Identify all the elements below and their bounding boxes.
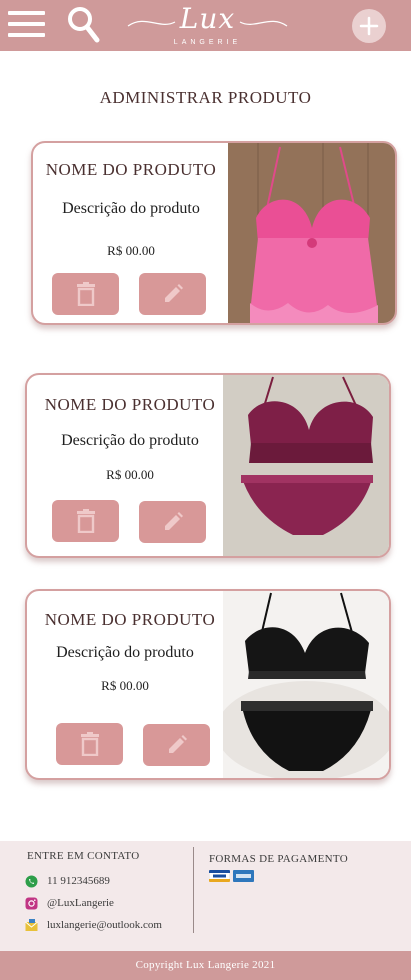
pencil-icon: [168, 735, 187, 753]
delete-button[interactable]: [56, 723, 123, 765]
mail-icon: [25, 919, 38, 931]
instagram-icon: [25, 897, 38, 910]
brand-logo[interactable]: Lux LANGERIE: [120, 0, 295, 51]
product-card: NOME DO PRODUTO Descrição do produto R$ …: [31, 141, 397, 325]
edit-button[interactable]: [139, 273, 206, 315]
product-price: R$ 00.00: [101, 678, 149, 693]
trash-icon: [76, 509, 95, 533]
edit-button[interactable]: [139, 501, 206, 543]
brand-subtitle: LANGERIE: [173, 39, 242, 46]
footer: ENTRE EM CONTATO 11 912345689 @LuxLanger…: [0, 841, 411, 951]
plus-icon: [359, 16, 379, 36]
product-image: [228, 143, 395, 323]
product-price: R$ 00.00: [106, 467, 154, 482]
product-image: [223, 591, 389, 778]
delete-button[interactable]: [52, 273, 119, 315]
copyright: Copyright Lux Langerie 2021: [0, 951, 411, 980]
pencil-icon: [164, 512, 183, 530]
email-address: luxlangerie@outlook.com: [47, 919, 162, 931]
visa-card-icon: [209, 870, 230, 882]
product-price: R$ 00.00: [107, 243, 155, 258]
product-name: NOME DO PRODUTO: [45, 160, 217, 179]
payment-title: FORMAS DE PAGAMENTO: [209, 853, 348, 865]
pencil-icon: [164, 284, 183, 302]
search-icon[interactable]: [66, 5, 100, 43]
page-title: ADMINISTRAR PRODUTO: [99, 88, 312, 107]
top-bar: Lux LANGERIE: [0, 0, 411, 51]
add-product-button[interactable]: [352, 9, 386, 43]
product-name: NOME DO PRODUTO: [44, 395, 216, 414]
trash-icon: [80, 732, 99, 756]
product-description: Descrição do produto: [61, 432, 199, 449]
product-card: NOME DO PRODUTO Descrição do produto R$ …: [25, 589, 391, 780]
product-description: Descrição do produto: [56, 644, 194, 661]
phone-number: 11 912345689: [47, 875, 110, 887]
product-card: NOME DO PRODUTO Descrição do produto R$ …: [25, 373, 391, 558]
whatsapp-icon: [25, 875, 38, 888]
trash-icon: [76, 282, 95, 306]
product-name: NOME DO PRODUTO: [44, 610, 216, 629]
menu-icon[interactable]: [8, 11, 45, 41]
brand-name: Lux: [179, 2, 236, 35]
amex-card-icon: [233, 870, 254, 882]
product-description: Descrição do produto: [62, 200, 200, 217]
instagram-handle: @LuxLangerie: [47, 897, 114, 909]
delete-button[interactable]: [52, 500, 119, 542]
product-image: [223, 375, 389, 556]
footer-divider: [193, 847, 194, 933]
edit-button[interactable]: [143, 724, 210, 766]
contact-title: ENTRE EM CONTATO: [27, 850, 140, 862]
